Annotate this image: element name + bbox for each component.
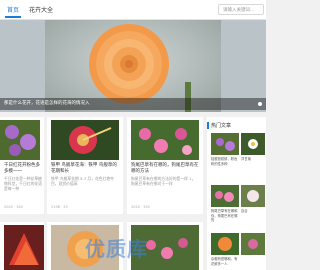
card-thumbnail [0, 120, 40, 160]
sidebar-thumbnail [241, 233, 265, 255]
card-thumbnail [51, 120, 119, 160]
nav-home-link[interactable]: 首页 [7, 5, 19, 14]
hot-articles-sidebar: 热门文章 桔梗放射鲜，粉色粉的性多种 洋甘菊 狗尾巴草有在哪和你，狗尾巴有在哪的… [207, 117, 266, 270]
article-card[interactable]: 铁甲 鸟舰草花海：铁甲 鸟舰草的花期和长 铁甲 鸟舰草花期 5-7 月，花色红艳… [47, 117, 123, 214]
sidebar-title: 热门文章 [211, 123, 232, 129]
card-description: 狗尾巴草有在哪的方法好的是一样 1，狗尾巴草有在哪对于一样 [131, 176, 196, 186]
top-nav: 首页 花卉大全 请输入关键词... [0, 0, 266, 20]
card-title[interactable]: 狗尾巴草有在哪的，狗尾巴草有在哪的方法 [131, 163, 199, 175]
card-title[interactable]: 千日红花开粉色多多模一一 [4, 163, 44, 175]
watermark-logo: 优质库 [85, 237, 148, 261]
card-thumbnail [4, 225, 44, 270]
sidebar-thumbnail [211, 185, 239, 207]
section-accent-bar [207, 122, 209, 129]
card-title[interactable]: 铁甲 鸟舰草花海：铁甲 鸟舰草的花期和长 [51, 163, 119, 175]
sidebar-article-title[interactable]: 桔梗放射鲜，粉色粉的性多种 [211, 157, 239, 166]
sidebar-thumbnail [211, 233, 239, 255]
card-description: 铁甲 鸟舰草花期 5-7 月，花色红艳夺目，观赏价值高 [51, 176, 114, 186]
card-thumbnail [131, 120, 199, 160]
article-card[interactable] [0, 222, 44, 270]
article-card[interactable]: 千日红花开粉色多多模一一 千日红花是一种花草植物科苋，千日红的花语是每一种 20… [0, 117, 44, 214]
hero-caption-text: 那是什么花开，花语是怎样的花海的情况入 [4, 101, 90, 106]
sidebar-article-title[interactable]: 洋甘菊 [241, 157, 265, 162]
card-meta: 2020 · 345 [4, 205, 23, 209]
hero-caption: 那是什么花开，花语是怎样的花海的情况入 [0, 98, 266, 110]
sidebar-article-title[interactable]: 狗尾巴草有在哪和你，狗尾巴有在哪的 [211, 209, 239, 223]
sidebar-thumbnail [241, 185, 265, 207]
slide-indicator[interactable] [258, 102, 262, 106]
sidebar-thumbnail [241, 133, 265, 155]
card-description: 千日红花是一种花草植物科苋，千日红的花语是每一种 [4, 176, 42, 191]
card-meta: 2020 · 345 [131, 205, 150, 209]
sidebar-article-title[interactable]: 杂粗有是哪和，有花鲜多一人 [211, 257, 239, 266]
article-card[interactable]: 狗尾巴草有在哪的，狗尾巴草有在哪的方法 狗尾巴草有在哪的方法好的是一样 1，狗尾… [127, 117, 203, 214]
search-input[interactable]: 请输入关键词... [218, 4, 264, 15]
sidebar-thumbnail [211, 133, 239, 155]
nav-active-indicator [5, 16, 21, 18]
sidebar-article-title[interactable]: 百合 [241, 209, 265, 214]
nav-category-link[interactable]: 花卉大全 [29, 5, 53, 14]
card-meta: 2198 · 33 [51, 205, 68, 209]
